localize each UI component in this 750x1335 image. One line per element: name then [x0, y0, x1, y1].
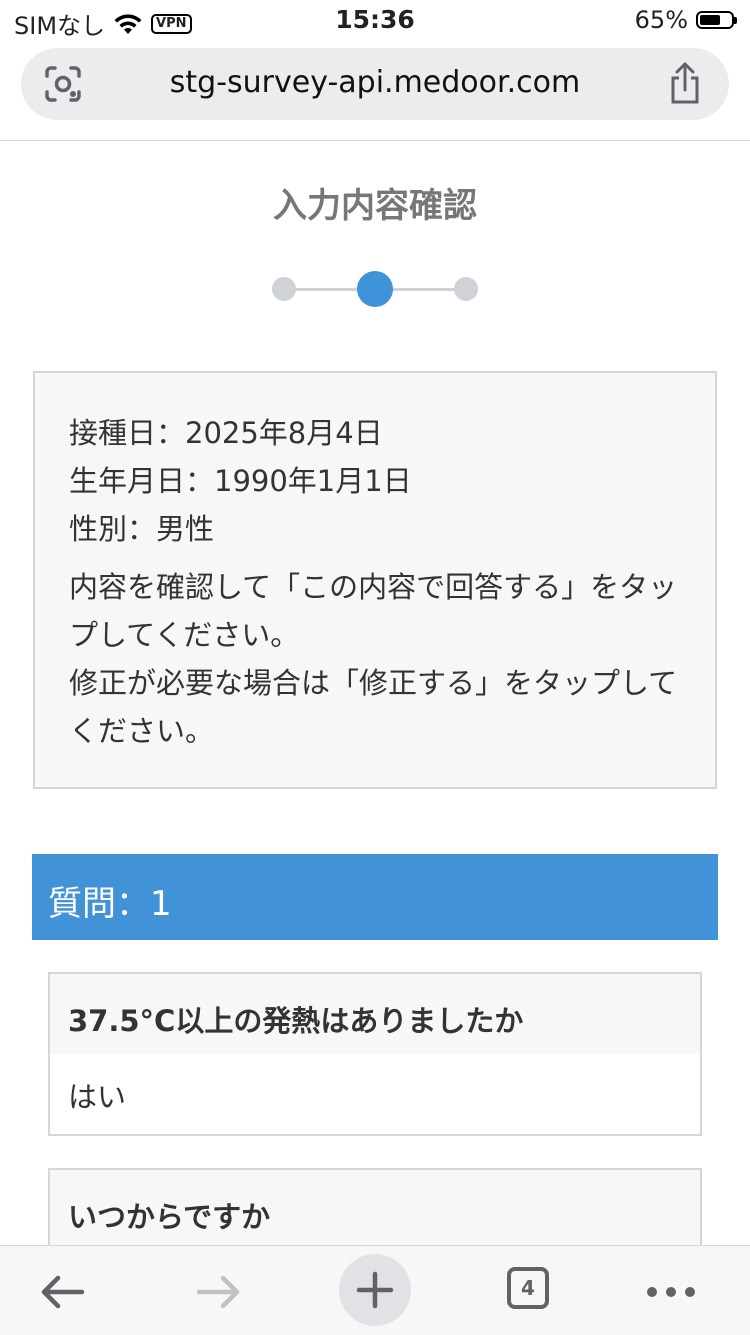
question-text: 37.5°C以上の発熱はありましたか — [50, 974, 700, 1054]
address-bar[interactable]: stg-survey-api.medoor.com — [21, 48, 729, 120]
forward-arrow-icon[interactable] — [183, 1256, 255, 1328]
browser-toolbar: 4 — [0, 1245, 750, 1335]
summary-box: 接種日：2025年8月4日 生年月日：1990年1月1日 性別：男性 内容を確認… — [33, 371, 717, 789]
page-title: 入力内容確認 — [273, 186, 477, 226]
qa-card: 37.5°C以上の発熱はありましたか はい — [48, 972, 702, 1136]
url-text[interactable]: stg-survey-api.medoor.com — [21, 65, 729, 100]
question-header: 質問：1 — [32, 854, 718, 940]
birth-date: 生年月日：1990年1月1日 — [69, 464, 412, 498]
instruction-note-1: 内容を確認して「この内容で回答する」をタップしてください。 — [69, 570, 678, 652]
vaccination-date: 接種日：2025年8月4日 — [69, 416, 383, 450]
battery-percent: 65% — [634, 6, 688, 34]
progress-stepper — [272, 270, 478, 308]
step-2-dot-current — [357, 271, 393, 307]
address-divider — [0, 140, 750, 141]
status-bar: SIMなし VPN 15:36 65% — [0, 0, 750, 40]
more-menu-icon[interactable] — [636, 1256, 708, 1328]
share-icon[interactable] — [667, 62, 703, 106]
new-tab-button[interactable] — [339, 1254, 411, 1326]
answer-text: はい — [68, 1080, 127, 1114]
plus-icon — [356, 1271, 394, 1309]
battery-icon — [696, 11, 737, 29]
back-arrow-icon[interactable] — [26, 1256, 98, 1328]
tab-switcher-button[interactable]: 4 — [507, 1267, 549, 1309]
question-text: いつからですか — [50, 1170, 700, 1250]
gender: 性別：男性 — [69, 512, 215, 546]
step-3-dot — [454, 277, 478, 301]
status-right: 65% — [634, 6, 737, 34]
step-1-dot — [272, 277, 296, 301]
instruction-note-2: 修正が必要な場合は「修正する」をタップしてください。 — [69, 666, 678, 748]
